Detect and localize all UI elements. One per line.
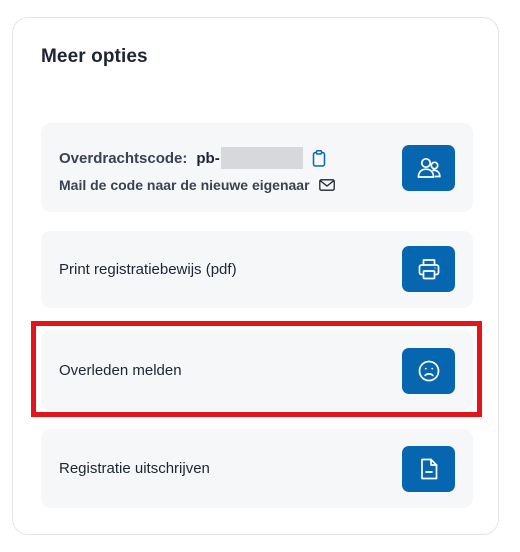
panel-title: Meer opties xyxy=(41,46,148,67)
deregister-button[interactable] xyxy=(402,446,455,492)
print-certificate-label: Print registratiebewijs (pdf) xyxy=(59,261,237,278)
report-deceased-label: Overleden melden xyxy=(59,362,182,379)
deregister-card[interactable]: Registratie uitschrijven xyxy=(41,429,473,508)
mail-code-label[interactable]: Mail de code naar de nieuwe eigenaar xyxy=(59,177,310,193)
transfer-code-card: Overdrachtscode: pb- Mail de code naar d… xyxy=(41,123,473,212)
print-certificate-button[interactable] xyxy=(402,246,455,292)
printer-icon xyxy=(417,257,441,281)
users-icon xyxy=(416,156,442,180)
transfer-code-redacted xyxy=(220,147,303,169)
transfer-owner-button[interactable] xyxy=(402,145,455,191)
envelope-icon[interactable] xyxy=(318,179,335,191)
transfer-code-value: pb- xyxy=(196,149,220,167)
report-deceased-card[interactable]: Overleden melden xyxy=(41,330,473,411)
document-minus-icon xyxy=(418,457,440,481)
transfer-code-label: Overdrachtscode: xyxy=(59,149,188,167)
clipboard-icon[interactable] xyxy=(312,149,326,167)
report-deceased-button[interactable] xyxy=(402,348,455,394)
sad-face-icon xyxy=(417,359,441,383)
transfer-code-row: Overdrachtscode: pb- xyxy=(59,147,326,169)
mail-code-row[interactable]: Mail de code naar de nieuwe eigenaar xyxy=(59,177,335,193)
deregister-label: Registratie uitschrijven xyxy=(59,460,210,477)
print-certificate-card[interactable]: Print registratiebewijs (pdf) xyxy=(41,231,473,308)
more-options-panel: Meer opties Overdrachtscode: pb- Mail de… xyxy=(12,17,499,535)
